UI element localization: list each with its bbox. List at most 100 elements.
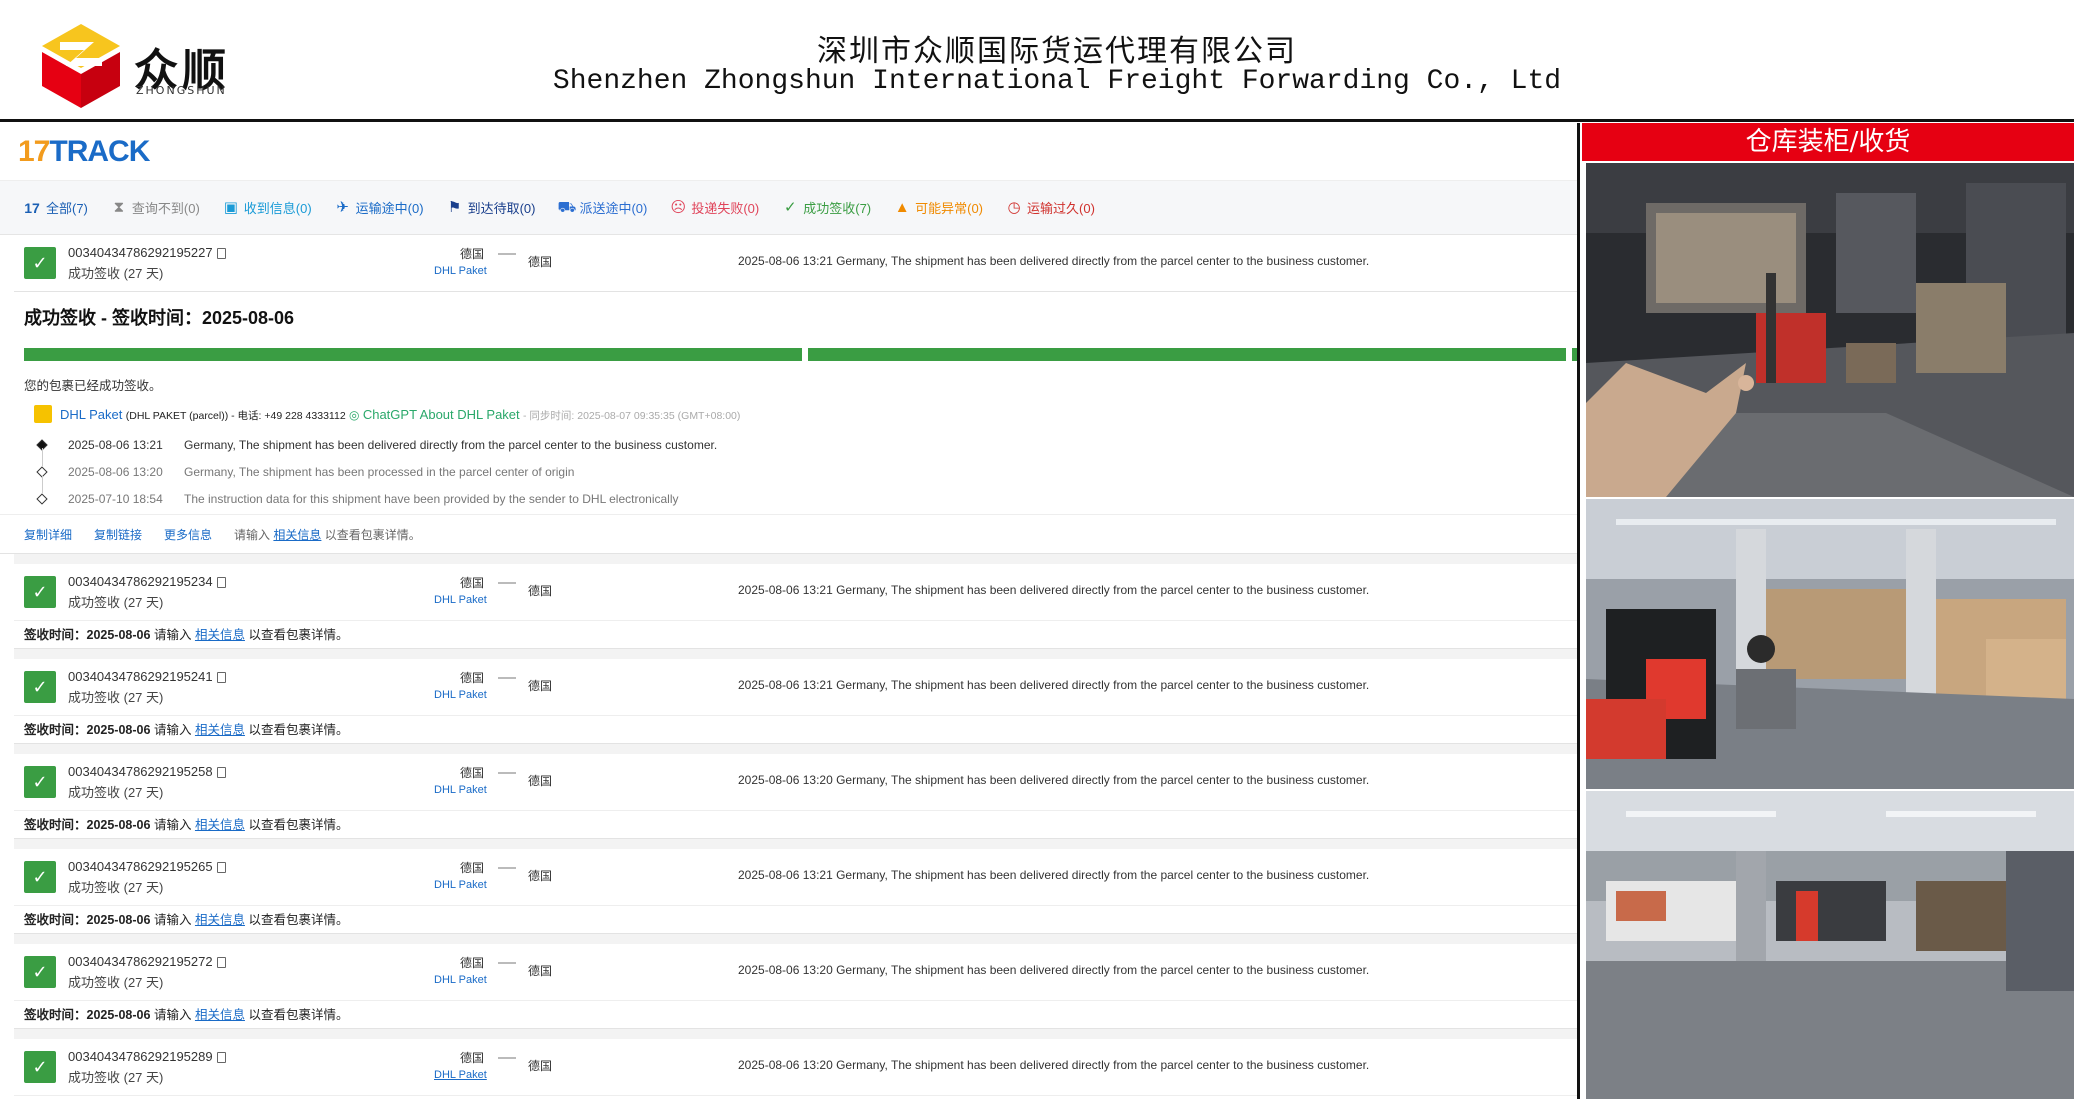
carrier-link[interactable]: DHL Paket	[434, 1069, 487, 1081]
related-info-link[interactable]: 相关信息	[195, 1008, 245, 1022]
related-info-link[interactable]: 相关信息	[195, 628, 245, 642]
filter-tab-label: 投递失败(0)	[691, 201, 760, 216]
sign-info: 签收时间：2025-08-06 请输入 相关信息 以查看包裹详情。	[14, 905, 1577, 933]
sign-prefix: 请输入	[153, 723, 192, 737]
tracking-row[interactable]: ✓ 00340434786292195272 成功签收 (27 天) 德国 DHL Pa…	[14, 944, 1577, 1029]
tracking-detail: 成功签收 - 签收时间：2025-08-06 您的包裹已经成功签收。 DHL P…	[0, 292, 1577, 554]
delivered-check-icon: ✓	[24, 576, 56, 608]
filter-tab[interactable]: ⧗ 查询不到(0)	[110, 198, 200, 217]
sign-suffix: 以查看包裹详情。	[248, 818, 349, 832]
inbox-icon: ▣	[223, 198, 238, 216]
sign-time: 签收时间：2025-08-06	[24, 818, 151, 832]
tracking-row[interactable]: ✓ 00340434786292195241 成功签收 (27 天) 德国 DHL Pa…	[14, 659, 1577, 744]
delivered-check-icon: ✓	[24, 861, 56, 893]
detail-hint: 请输入 相关信息 以查看包裹详情。	[234, 526, 421, 543]
tracking-number-text: 00340434786292195241	[68, 669, 213, 684]
carrier-link[interactable]: DHL Paket	[434, 594, 487, 606]
route-arrow-icon	[498, 253, 516, 255]
carrier-name-link[interactable]: DHL Paket	[60, 407, 122, 422]
row-spacer	[14, 839, 1577, 849]
filter-tab[interactable]: 17 全部(7)	[22, 198, 88, 217]
row-spacer	[14, 1029, 1577, 1039]
more-info-button[interactable]: 更多信息	[164, 526, 212, 543]
carrier-detail: (DHL PAKET (parcel)) - 电话: +49 228 43331…	[125, 410, 346, 422]
event-desc: The instruction data for this shipment h…	[184, 492, 679, 506]
row-header: ✓ 00340434786292195234 成功签收 (27 天) 德国 DHL Pa…	[14, 564, 1577, 620]
filter-tab[interactable]: ▲ 可能异常(0)	[893, 198, 983, 217]
related-info-link[interactable]: 相关信息	[195, 913, 245, 927]
origin-country: 德国	[460, 671, 485, 685]
event-timeline: 2025-08-06 13:21 Germany, The shipment ha…	[0, 433, 1577, 514]
filter-tab[interactable]: ◷ 运输过久(0)	[1005, 198, 1094, 217]
delivered-check-icon: ✓	[24, 766, 56, 798]
warehouse-photo-dock	[1586, 791, 2074, 1099]
timeline-line	[42, 448, 43, 466]
destination-country: 德国	[528, 964, 553, 978]
copy-icon[interactable]	[216, 957, 226, 969]
copy-link-button[interactable]: 复制链接	[94, 526, 142, 543]
delivered-check-icon: ✓	[24, 956, 56, 988]
sad-icon: ☹	[670, 198, 687, 216]
copy-icon[interactable]	[216, 577, 226, 589]
tracking-row[interactable]: ✓ 00340434786292195258 成功签收 (27 天) 德国 DHL Pa…	[14, 754, 1577, 839]
tracking-row[interactable]: ✓ 00340434786292195234 成功签收 (27 天) 德国 DHL Pa…	[14, 564, 1577, 649]
carrier-link[interactable]: DHL Paket	[434, 689, 487, 701]
carrier-link[interactable]: DHL Paket	[434, 879, 487, 891]
filter-tab[interactable]: ▣ 收到信息(0)	[222, 198, 312, 217]
filter-tab[interactable]: ✈ 运输途中(0)	[334, 198, 423, 217]
copy-icon[interactable]	[216, 672, 226, 684]
filter-tab-label: 全部(7)	[46, 201, 88, 216]
filter-tab-label: 收到信息(0)	[243, 201, 312, 216]
copy-icon[interactable]	[216, 1052, 226, 1064]
carrier-info: DHL Paket (DHL PAKET (parcel)) - 电话: +49…	[0, 401, 1577, 433]
origin-country: 德国	[460, 1051, 485, 1065]
delivered-check-icon: ✓	[24, 671, 56, 703]
filter-tab[interactable]: ⚑ 到达待取(0)	[446, 198, 536, 217]
copy-detail-button[interactable]: 复制详细	[24, 526, 72, 543]
tracking-number: 00340434786292195272	[68, 954, 226, 969]
warehouse-panel: 仓库装柜/收货	[1582, 123, 2074, 1099]
tracking-row[interactable]: ✓ 00340434786292195227 成功签收 (27 天) 德国 DHL Pa…	[14, 235, 1577, 292]
row-header: ✓ 00340434786292195272 成功签收 (27 天) 德国 DHL Pa…	[14, 944, 1577, 1000]
delivered-check-icon: ✓	[24, 1051, 56, 1083]
clock-icon: ◷	[1007, 198, 1021, 216]
destination-country: 德国	[528, 869, 553, 883]
delivery-status: 成功签收 (27 天)	[68, 266, 164, 281]
copy-icon[interactable]	[216, 767, 226, 779]
sign-info: 签收时间：2025-08-06 请输入 相关信息 以查看包裹详情。	[14, 1095, 1577, 1099]
tracking-number: 00340434786292195289	[68, 1049, 226, 1064]
event-desc: Germany, The shipment has been processed…	[184, 465, 575, 479]
sign-prefix: 请输入	[153, 1008, 192, 1022]
origin-country: 德国	[460, 956, 485, 970]
row-spacer	[14, 649, 1577, 659]
carrier-link[interactable]: DHL Paket	[434, 265, 487, 277]
filter-tab[interactable]: ✓ 成功签收(7)	[781, 198, 871, 217]
tracking-row[interactable]: ✓ 00340434786292195289 成功签收 (27 天) 德国 DHL Pa…	[14, 1039, 1577, 1099]
latest-event: 2025-08-06 13:21 Germany, The shipment h…	[738, 583, 1370, 597]
tracking-panel: 17TRACK 17 全部(7) ⧗ 查询不到(0) ▣ 收到信息(0) ✈ 运输途中(0) ⚑…	[0, 123, 1580, 1099]
carrier-link[interactable]: DHL Paket	[434, 974, 487, 986]
tracking-number-text: 00340434786292195289	[68, 1049, 213, 1064]
tracking-number-text: 00340434786292195265	[68, 859, 213, 874]
related-info-link[interactable]: 相关信息	[195, 723, 245, 737]
sync-time: - 同步时间: 2025-08-07 09:35:35 (GMT+08:00)	[522, 410, 741, 422]
related-info-link[interactable]: 相关信息	[195, 818, 245, 832]
copy-icon[interactable]	[216, 862, 226, 874]
related-info-link[interactable]: 相关信息	[273, 528, 321, 542]
all-icon: 17	[24, 199, 40, 216]
tracking-row[interactable]: ✓ 00340434786292195265 成功签收 (27 天) 德国 DHL Pa…	[14, 849, 1577, 934]
event-time: 2025-08-06 13:20	[68, 465, 163, 479]
sign-suffix: 以查看包裹详情。	[248, 913, 349, 927]
filter-tab[interactable]: ☹ 投递失败(0)	[669, 198, 760, 217]
sign-time: 签收时间：2025-08-06	[24, 628, 151, 642]
filter-tab[interactable]: ⛟ 派送途中(0)	[557, 198, 647, 217]
chatgpt-icon: ◎	[349, 408, 360, 422]
carrier-link[interactable]: DHL Paket	[434, 784, 487, 796]
detail-title: 成功签收 - 签收时间：2025-08-06	[24, 308, 295, 328]
warning-icon: ▲	[894, 198, 910, 216]
sign-prefix: 请输入	[153, 628, 192, 642]
17track-logo[interactable]: 17TRACK	[18, 135, 150, 169]
delivery-status: 成功签收 (27 天)	[68, 785, 164, 800]
chatgpt-link[interactable]: ChatGPT About DHL Paket	[363, 407, 520, 422]
copy-icon[interactable]	[216, 248, 226, 260]
